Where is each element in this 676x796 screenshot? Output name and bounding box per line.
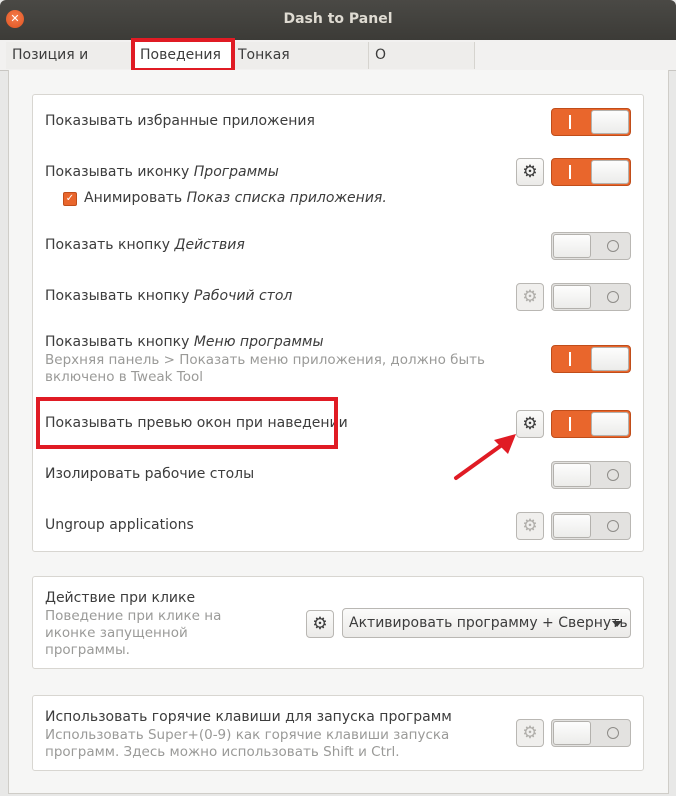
animate-text: Анимировать <box>84 190 187 206</box>
apps-settings-gear-icon[interactable]: ⚙ <box>516 158 544 186</box>
row-appmenu-sub2: включено в Tweak Tool <box>45 369 203 385</box>
toggle-knob <box>553 234 591 258</box>
desktop-toggle[interactable] <box>551 283 631 311</box>
window-title: Dash to Panel <box>283 11 393 27</box>
toggle-off-mark <box>607 291 619 303</box>
toggle-on-mark <box>569 165 571 179</box>
row-actions-label: Показать кнопку Действия <box>45 237 245 253</box>
apps-toggle[interactable] <box>551 158 631 186</box>
preview-toggle[interactable] <box>551 410 631 438</box>
animate-label: Анимировать Показ списка приложения. <box>84 190 387 206</box>
row-apps-italic: Программы <box>193 164 279 180</box>
settings-group-hotkeys: Использовать горячие клавиши для запуска… <box>32 695 644 771</box>
hotkeys-label: Использовать горячие клавиши для запуска… <box>45 709 452 725</box>
pointer-arrow-icon <box>454 434 516 480</box>
actions-toggle[interactable] <box>551 232 631 260</box>
click-action-selected: Активировать программу + Свернуть <box>349 615 628 631</box>
toggle-on-mark <box>569 417 571 431</box>
toggle-knob <box>591 110 629 134</box>
toggle-knob <box>591 347 629 371</box>
hotkeys-toggle[interactable] <box>551 719 631 747</box>
row-desktop-text: Показывать кнопку <box>45 288 194 304</box>
desktop-settings-gear-icon: ⚙ <box>516 283 544 311</box>
row-fav-label: Показывать избранные приложения <box>45 113 315 129</box>
row-preview-label: Показывать превью окон при наведении <box>45 415 348 431</box>
toggle-on-mark <box>569 352 571 366</box>
click-action-gear-icon[interactable]: ⚙ <box>306 610 334 638</box>
toggle-knob <box>591 412 629 436</box>
animate-italic: Показ списка приложения. <box>186 190 387 206</box>
row-apps-label: Показывать иконку Программы <box>45 164 279 180</box>
row-appmenu-label: Показывать кнопку Меню программы <box>45 334 324 350</box>
toggle-knob <box>591 160 629 184</box>
hotkeys-sub2: программ. Здесь можно использовать Shift… <box>45 744 400 760</box>
click-action-sub2: иконке запущенной <box>45 625 188 641</box>
settings-group-click: Действие при клике Поведение при клике н… <box>32 576 644 669</box>
row-actions-italic: Действия <box>174 237 245 253</box>
row-isolate-label: Изолировать рабочие столы <box>45 466 255 482</box>
tab-fine-tune[interactable]: Тонкая настройка <box>232 42 369 90</box>
row-ungroup-label: Ungroup applications <box>45 517 194 533</box>
click-action-select[interactable]: Активировать программу + Свернуть <box>342 608 631 638</box>
toggle-off-mark <box>607 240 619 252</box>
row-appmenu-text: Показывать кнопку <box>45 334 194 350</box>
preview-settings-gear-icon[interactable]: ⚙ <box>516 410 544 438</box>
row-appmenu-italic: Меню программы <box>193 334 324 350</box>
animate-checkbox[interactable]: ✓ <box>63 192 77 206</box>
toggle-knob <box>553 463 591 487</box>
hotkeys-gear-icon: ⚙ <box>516 719 544 747</box>
toggle-off-mark <box>607 469 619 481</box>
tab-position-style[interactable]: Позиция и стиль <box>6 42 132 90</box>
toggle-off-mark <box>607 520 619 532</box>
toggle-knob <box>553 514 591 538</box>
chevron-down-icon <box>612 621 622 627</box>
toggle-on-mark <box>569 115 571 129</box>
click-action-label: Действие при клике <box>45 590 196 606</box>
tab-behavior[interactable]: Поведения <box>134 42 232 69</box>
row-desktop-italic: Рабочий стол <box>193 288 293 304</box>
row-desktop-label: Показывать кнопку Рабочий стол <box>45 288 292 304</box>
row-actions-text: Показать кнопку <box>45 237 175 253</box>
appmenu-toggle[interactable] <box>551 345 631 373</box>
settings-group-main: Показывать избранные приложения Показыва… <box>32 94 644 552</box>
ungroup-settings-gear-icon: ⚙ <box>516 512 544 540</box>
isolate-toggle[interactable] <box>551 461 631 489</box>
title-bar: ✕ Dash to Panel <box>0 0 676 40</box>
row-apps-text: Показывать иконку <box>45 164 194 180</box>
tab-bar: Позиция и стиль Поведения Тонкая настрой… <box>0 40 676 90</box>
fav-toggle[interactable] <box>551 108 631 136</box>
toggle-off-mark <box>607 727 619 739</box>
toggle-knob <box>553 721 591 745</box>
click-action-sub3: программы. <box>45 642 130 658</box>
ungroup-toggle[interactable] <box>551 512 631 540</box>
toggle-knob <box>553 285 591 309</box>
hotkeys-sub1: Использовать Super+(0-9) как горячие кла… <box>45 727 450 743</box>
click-action-sub1: Поведение при клике на <box>45 608 222 624</box>
row-appmenu-sub1: Верхняя панель > Показать меню приложени… <box>45 352 485 368</box>
tab-about[interactable]: О программе <box>369 42 475 90</box>
